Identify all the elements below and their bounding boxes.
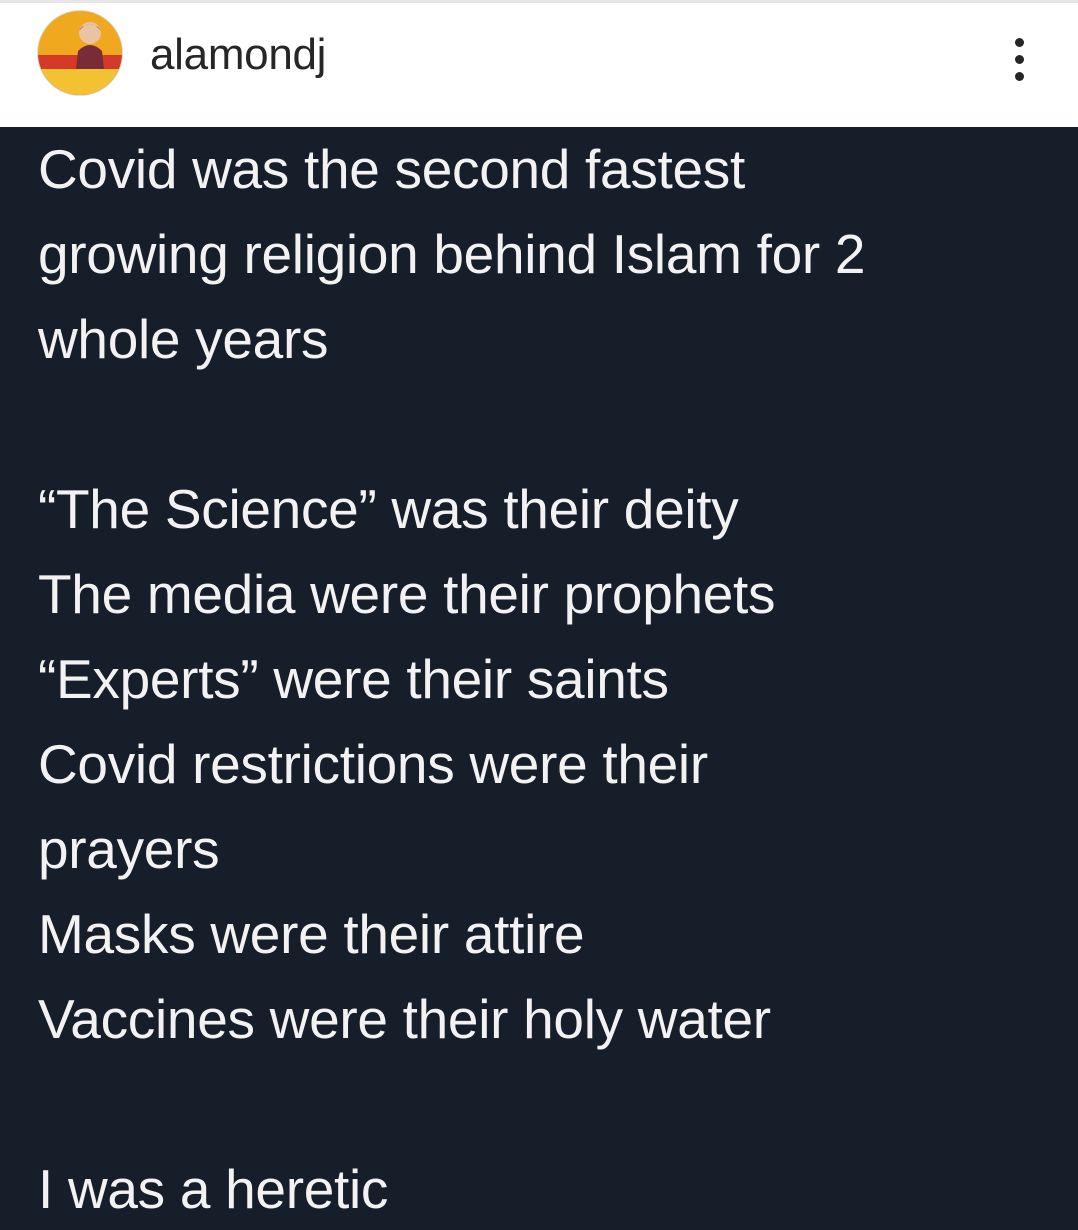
more-options-icon-dot [1014, 71, 1024, 81]
more-options-icon [1014, 37, 1024, 47]
tweet-line: Masks were their attire [38, 903, 585, 965]
tweet-line: prayers [38, 818, 220, 880]
post-header: alamondj [0, 3, 1078, 125]
tweet-text: Covid was the second fastest growing rel… [38, 127, 1068, 1230]
tweet-line: Covid restrictions were their [38, 733, 708, 795]
tweet-line: “Experts” were their saints [38, 648, 669, 710]
avatar-graphic [38, 11, 122, 95]
tweet-line: growing religion behind Islam for 2 [38, 223, 866, 285]
tweet-line: The media were their prophets [38, 563, 776, 625]
post-username[interactable]: alamondj [150, 27, 326, 83]
instagram-post: alamondj Covid was the second fastest gr… [0, 0, 1078, 1230]
post-image[interactable]: Covid was the second fastest growing rel… [0, 127, 1078, 1230]
more-options-icon-dot [1014, 54, 1024, 64]
tweet-line: Covid was the second fastest [38, 138, 745, 200]
more-options-button[interactable] [1000, 31, 1038, 87]
tweet-line: Vaccines were their holy water [38, 988, 771, 1050]
tweet-line: I was a heretic [38, 1158, 389, 1220]
profile-avatar-icon[interactable] [38, 11, 122, 95]
tweet-line: whole years [38, 308, 329, 370]
tweet-line: “The Science” was their deity [38, 478, 739, 540]
